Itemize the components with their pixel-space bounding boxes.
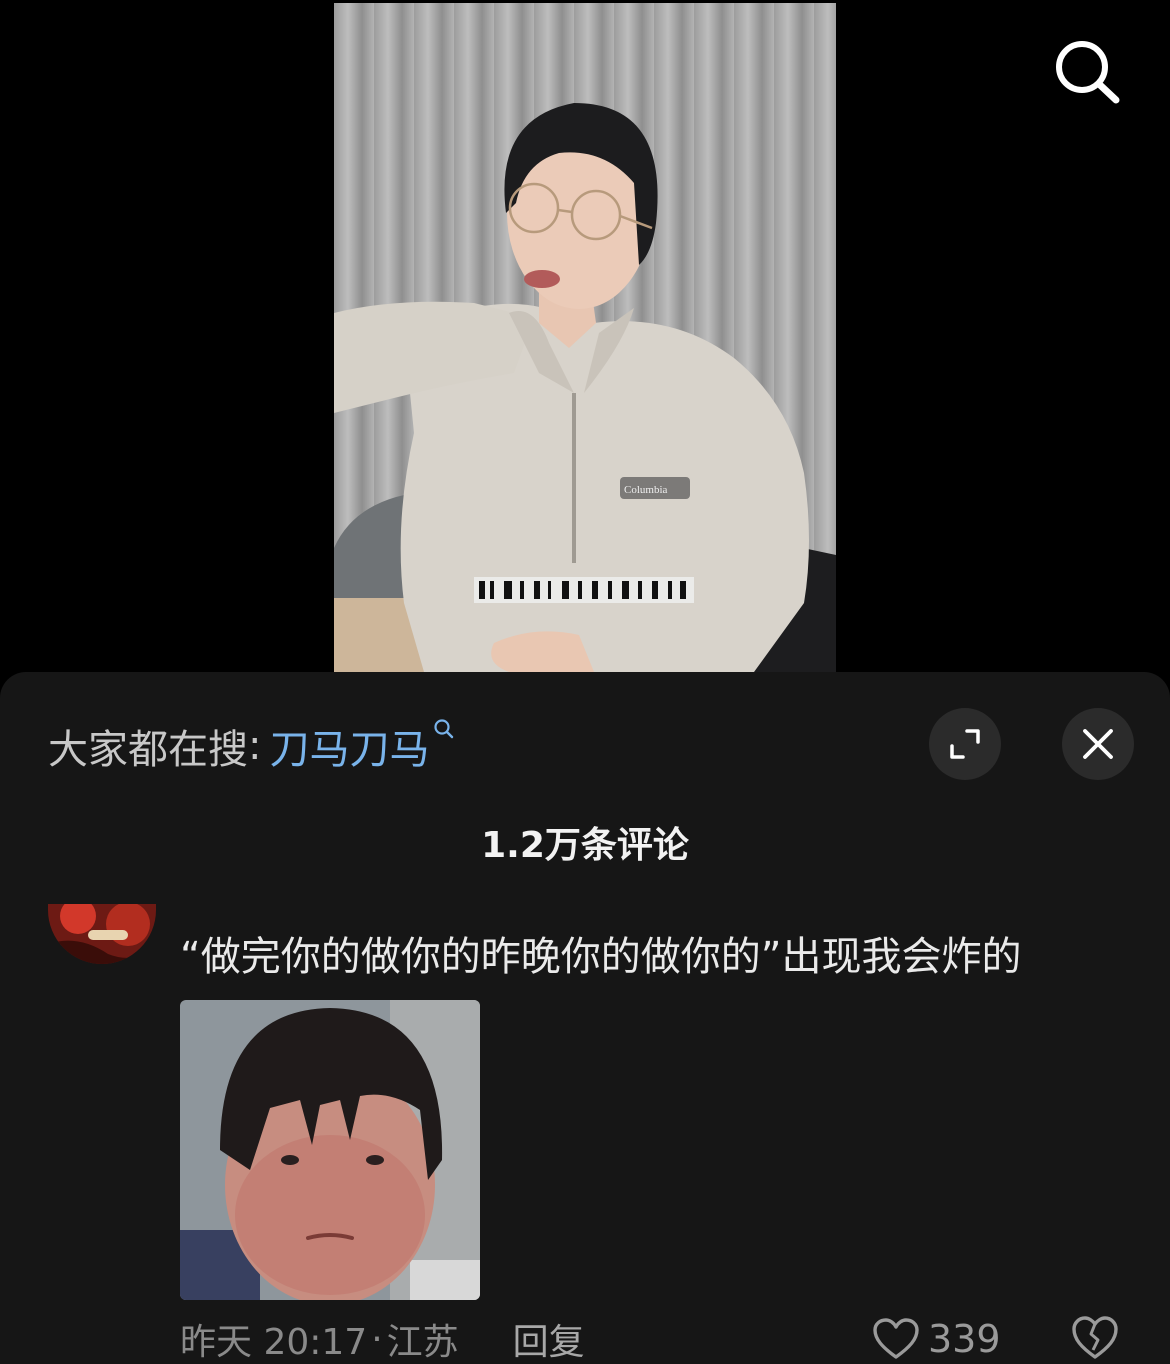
comment-text: “做完你的做你的昨晚你的做你的”出现我会炸的 [180, 934, 1022, 980]
comment-count: 1.2万条评论 [481, 825, 689, 866]
small-search-icon [434, 719, 454, 739]
broken-heart-icon [1072, 1316, 1118, 1359]
search-suggestion: 大家都在搜 : 刀马刀马 [48, 716, 455, 776]
jacket-logo: Columbia [624, 484, 668, 496]
like-count: 339 [928, 1317, 1001, 1361]
search-icon [1056, 41, 1120, 104]
close-icon [1083, 729, 1113, 759]
comment-photo [180, 1000, 480, 1300]
reply-button[interactable]: 回复 [513, 1313, 585, 1364]
avatar[interactable] [48, 904, 156, 964]
suggestion-colon: : [248, 723, 262, 769]
search-button[interactable] [1052, 38, 1122, 104]
video-frame[interactable]: Columbia [334, 3, 836, 672]
video-still: Columbia [334, 103, 836, 672]
comment-sheet: 大家都在搜 : 刀马刀马 1.2万条评论 “做完你的做你的昨晚你的做你的”出现我… [0, 672, 1170, 1364]
suggestion-prefix: 大家都在搜 [48, 727, 248, 773]
heart-outline-icon [873, 1318, 919, 1359]
like-button[interactable]: 339 [872, 1314, 1001, 1364]
meta-separator: · [371, 1318, 383, 1360]
expand-icon [950, 729, 980, 759]
comment-location: 江苏 [386, 1322, 459, 1363]
suggested-search-term[interactable]: 刀马刀马 [269, 717, 429, 775]
comment-date: 昨天 20:17 [180, 1322, 368, 1363]
comment-image[interactable] [180, 1000, 480, 1300]
close-button[interactable] [1062, 708, 1134, 780]
expand-button[interactable] [929, 708, 1001, 780]
avatar-image [48, 904, 156, 964]
comment-meta: 昨天 20:17 · 江苏 回复 [180, 1314, 585, 1364]
video-player[interactable]: Columbia [0, 0, 1170, 672]
dislike-button[interactable] [1070, 1314, 1120, 1364]
